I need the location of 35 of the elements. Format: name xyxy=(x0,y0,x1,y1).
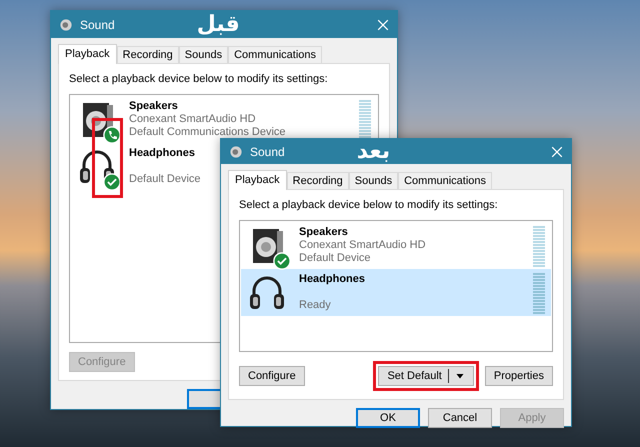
split-button[interactable]: Set Default xyxy=(378,366,474,386)
instruction-text: Select a playback device below to modify its settings: xyxy=(69,73,329,86)
device-name: Speakers xyxy=(299,226,349,239)
device-name: Headphones xyxy=(129,147,196,160)
tab[interactable]: Communications xyxy=(228,46,322,63)
button[interactable]: OK xyxy=(356,408,420,428)
button[interactable]: Cancel xyxy=(428,408,492,428)
button[interactable]: Properties xyxy=(484,366,553,386)
annotation-label: قبل xyxy=(196,14,240,36)
tab[interactable]: Sounds xyxy=(348,172,398,189)
device-status: Default Device xyxy=(129,173,201,186)
device-name: Speakers xyxy=(129,100,179,113)
device-status: Default Device xyxy=(299,252,372,265)
device-description: Conexant SmartAudio HD xyxy=(299,239,426,252)
tab[interactable]: Playback xyxy=(58,44,117,64)
annotation-label: بعد xyxy=(356,140,390,162)
button[interactable]: Configure xyxy=(239,366,305,386)
level-meter xyxy=(533,273,545,315)
level-meter xyxy=(533,226,545,268)
device-status: Default Communications Device xyxy=(129,126,286,139)
caret-icon xyxy=(454,371,465,381)
window-title: Sound xyxy=(80,16,115,34)
tab[interactable]: Playback xyxy=(228,170,287,190)
sound-icon xyxy=(59,18,73,32)
tab[interactable]: Sounds xyxy=(178,46,228,63)
tab[interactable]: Recording xyxy=(286,172,349,189)
device-status: Ready xyxy=(299,299,332,312)
device-row[interactable]: Headphones Ready xyxy=(241,269,551,316)
tab[interactable]: Recording xyxy=(116,46,179,63)
tab[interactable]: Communications xyxy=(398,172,492,189)
instruction-text: Select a playback device below to modify its settings: xyxy=(239,199,499,212)
window-title: Sound xyxy=(250,144,285,160)
sound-icon xyxy=(229,144,243,158)
device-name: Headphones xyxy=(299,273,366,286)
device-description: Conexant SmartAudio HD xyxy=(129,113,257,126)
